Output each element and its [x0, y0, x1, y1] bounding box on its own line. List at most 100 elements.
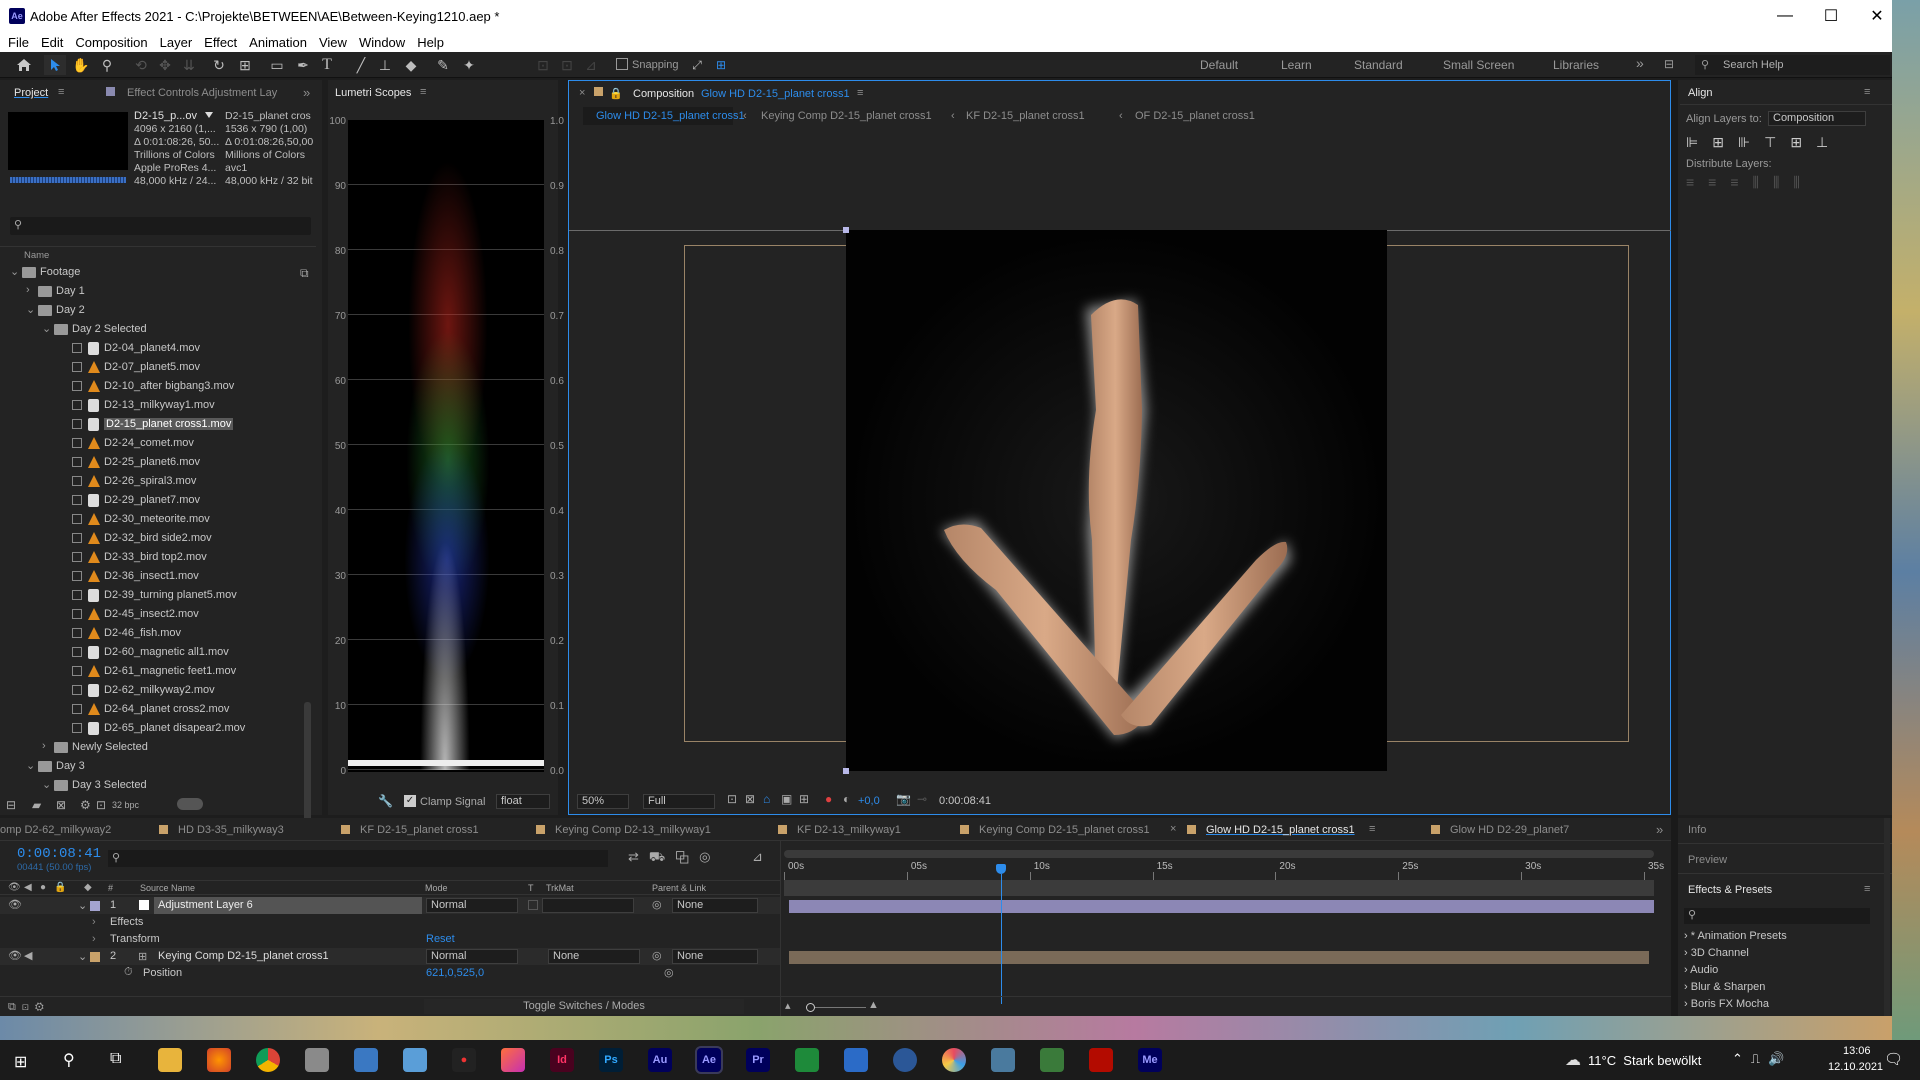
- calculator-icon[interactable]: [354, 1048, 378, 1072]
- work-area-bar[interactable]: [784, 850, 1654, 858]
- grid-guides-icon[interactable]: ⊞: [799, 792, 809, 806]
- effects-menu-icon[interactable]: ≡: [1864, 883, 1870, 895]
- menu-file[interactable]: File: [8, 35, 29, 50]
- zoom-slider-handle[interactable]: [806, 1003, 815, 1012]
- label-checkbox[interactable]: [72, 704, 82, 714]
- folder-item[interactable]: ⌄ Footage: [0, 263, 300, 282]
- solo-header-icon[interactable]: ●: [40, 882, 46, 893]
- audition-icon[interactable]: Au: [648, 1048, 672, 1072]
- expand-chevron-icon[interactable]: ›: [42, 740, 46, 752]
- layer-1-track-bar[interactable]: [789, 900, 1654, 913]
- footage-dropdown-icon[interactable]: [205, 112, 213, 118]
- expand-chevron-icon[interactable]: ⌄: [78, 899, 87, 912]
- layer-label-color[interactable]: [90, 901, 100, 911]
- layer-name[interactable]: Keying Comp D2-15_planet cross1: [158, 950, 329, 962]
- expand-chevron-icon[interactable]: ›: [92, 916, 96, 928]
- audio-header-icon[interactable]: ◀: [24, 882, 32, 893]
- footage-item[interactable]: D2-61_magnetic feet1.mov: [0, 662, 300, 681]
- transparency-grid-icon[interactable]: ⊠: [745, 792, 755, 806]
- world-axis-icon[interactable]: ⊡: [556, 55, 578, 75]
- clock-time[interactable]: 13:06: [1843, 1045, 1871, 1057]
- puppet-pin-icon[interactable]: ✦: [458, 55, 480, 75]
- photo-app-icon[interactable]: [501, 1048, 525, 1072]
- expand-chevron-icon[interactable]: ›: [26, 284, 30, 296]
- label-checkbox[interactable]: [72, 723, 82, 733]
- zoom-slider[interactable]: [806, 1007, 866, 1008]
- snap-features-icon[interactable]: ⊞: [710, 55, 732, 75]
- resolution-dropdown[interactable]: Full: [643, 794, 715, 809]
- local-axis-icon[interactable]: ⊡: [532, 55, 554, 75]
- menu-view[interactable]: View: [319, 35, 347, 50]
- footage-item[interactable]: D2-04_planet4.mov: [0, 339, 300, 358]
- notifications-icon[interactable]: 🗨: [1884, 1050, 1903, 1068]
- timeline-tab[interactable]: KF D2-15_planet cross1: [360, 824, 479, 836]
- visibility-icon[interactable]: 👁: [8, 898, 22, 911]
- timeline-tab[interactable]: HD D3-35_milkyway3: [178, 824, 284, 836]
- zoom-in-icon[interactable]: ▲: [868, 999, 879, 1011]
- workspace-standard[interactable]: Standard: [1354, 58, 1403, 72]
- sync-settings-icon[interactable]: ⊟: [1664, 57, 1674, 71]
- breadcrumb-glow-hd[interactable]: Glow HD D2-15_planet cross1: [596, 110, 745, 122]
- channels-icon[interactable]: ●: [825, 792, 832, 806]
- source-name-header[interactable]: Source Name: [140, 883, 195, 893]
- timeline-tab[interactable]: Keying Comp D2-15_planet cross1: [979, 824, 1150, 836]
- folder-item[interactable]: ⌄ Day 3 Selected: [0, 776, 300, 795]
- after-effects-icon[interactable]: Ae: [695, 1046, 723, 1074]
- new-folder-icon[interactable]: ▰: [32, 798, 41, 812]
- expand-chevron-icon[interactable]: ›: [1684, 947, 1691, 959]
- app-icon[interactable]: [991, 1048, 1015, 1072]
- layer-trkmat-dropdown[interactable]: [542, 898, 634, 913]
- photoshop-icon[interactable]: Ps: [599, 1048, 623, 1072]
- layer-parent-dropdown[interactable]: None: [672, 898, 758, 913]
- effects-category[interactable]: › Boris FX Mocha: [1684, 998, 1769, 1010]
- workspace-default[interactable]: Default: [1200, 58, 1238, 72]
- label-checkbox[interactable]: [72, 685, 82, 695]
- search-icon[interactable]: ⚲: [63, 1050, 75, 1070]
- menu-window[interactable]: Window: [359, 35, 405, 50]
- preserve-transparency-checkbox[interactable]: [528, 900, 538, 910]
- footage-item[interactable]: D2-29_planet7.mov: [0, 491, 300, 510]
- timeline-bottom-icons[interactable]: ⧉⊡⚙: [8, 1001, 50, 1014]
- layer-handle-top[interactable]: [843, 227, 849, 233]
- footage-item[interactable]: D2-07_planet5.mov: [0, 358, 300, 377]
- project-search-input[interactable]: ⚲: [10, 217, 311, 235]
- label-checkbox[interactable]: [72, 495, 82, 505]
- weather-text[interactable]: 11°C Stark bewölkt: [1588, 1053, 1701, 1068]
- position-row[interactable]: ⏱ Position 621,0,525,0 ◎: [0, 965, 780, 982]
- layer-parent-dropdown[interactable]: None: [672, 949, 758, 964]
- pickwhip-icon[interactable]: ◎: [652, 898, 662, 911]
- time-ruler[interactable]: 00s 05s 10s 15s 20s 25s 30s 35s: [784, 858, 1664, 880]
- label-checkbox[interactable]: [72, 609, 82, 619]
- trash-icon[interactable]: [177, 798, 203, 810]
- footage-item[interactable]: D2-65_planet disapear2.mov: [0, 719, 300, 738]
- label-checkbox[interactable]: [72, 362, 82, 372]
- label-checkbox[interactable]: [72, 552, 82, 562]
- mask-visibility-icon[interactable]: ⌂: [763, 792, 770, 806]
- distribute-buttons-row[interactable]: ≡≡≡⫼⫼⫼: [1686, 174, 1814, 191]
- type-tool-icon[interactable]: T: [316, 55, 338, 75]
- menu-composition[interactable]: Composition: [75, 35, 147, 50]
- audio-icon[interactable]: ◀: [24, 949, 32, 962]
- footage-item[interactable]: D2-30_meteorite.mov: [0, 510, 300, 529]
- clamp-signal-checkbox[interactable]: ✓: [404, 795, 416, 807]
- expand-chevron-icon[interactable]: ›: [1684, 981, 1691, 993]
- align-menu-icon[interactable]: ≡: [1864, 86, 1870, 98]
- label-checkbox[interactable]: [72, 514, 82, 524]
- maximize-button[interactable]: ☐: [1808, 0, 1854, 32]
- premiere-icon[interactable]: Pr: [746, 1048, 770, 1072]
- layer-2-track-bar[interactable]: [789, 951, 1649, 964]
- tray-icons[interactable]: ⌃⎍🔊: [1732, 1051, 1792, 1067]
- footage-item[interactable]: D2-15_planet cross1.mov: [0, 415, 300, 434]
- timeline-tab[interactable]: Glow HD D2-29_planet7: [1450, 824, 1569, 836]
- flowchart-icon[interactable]: ⧉: [300, 266, 309, 281]
- side-scrollbar[interactable]: [1884, 818, 1890, 1016]
- layer-trkmat-dropdown[interactable]: None: [548, 949, 640, 964]
- menu-effect[interactable]: Effect: [204, 35, 237, 50]
- exposure-value[interactable]: +0,0: [858, 795, 880, 807]
- lock-icon[interactable]: 🔒: [609, 87, 623, 100]
- hand-tool-icon[interactable]: ✋: [70, 55, 92, 75]
- brush-tool-icon[interactable]: ╱: [350, 55, 372, 75]
- region-of-interest-icon[interactable]: ▣: [781, 792, 792, 806]
- pickwhip-icon[interactable]: ◎: [652, 949, 662, 962]
- timeline-search-input[interactable]: ⚲: [108, 850, 608, 867]
